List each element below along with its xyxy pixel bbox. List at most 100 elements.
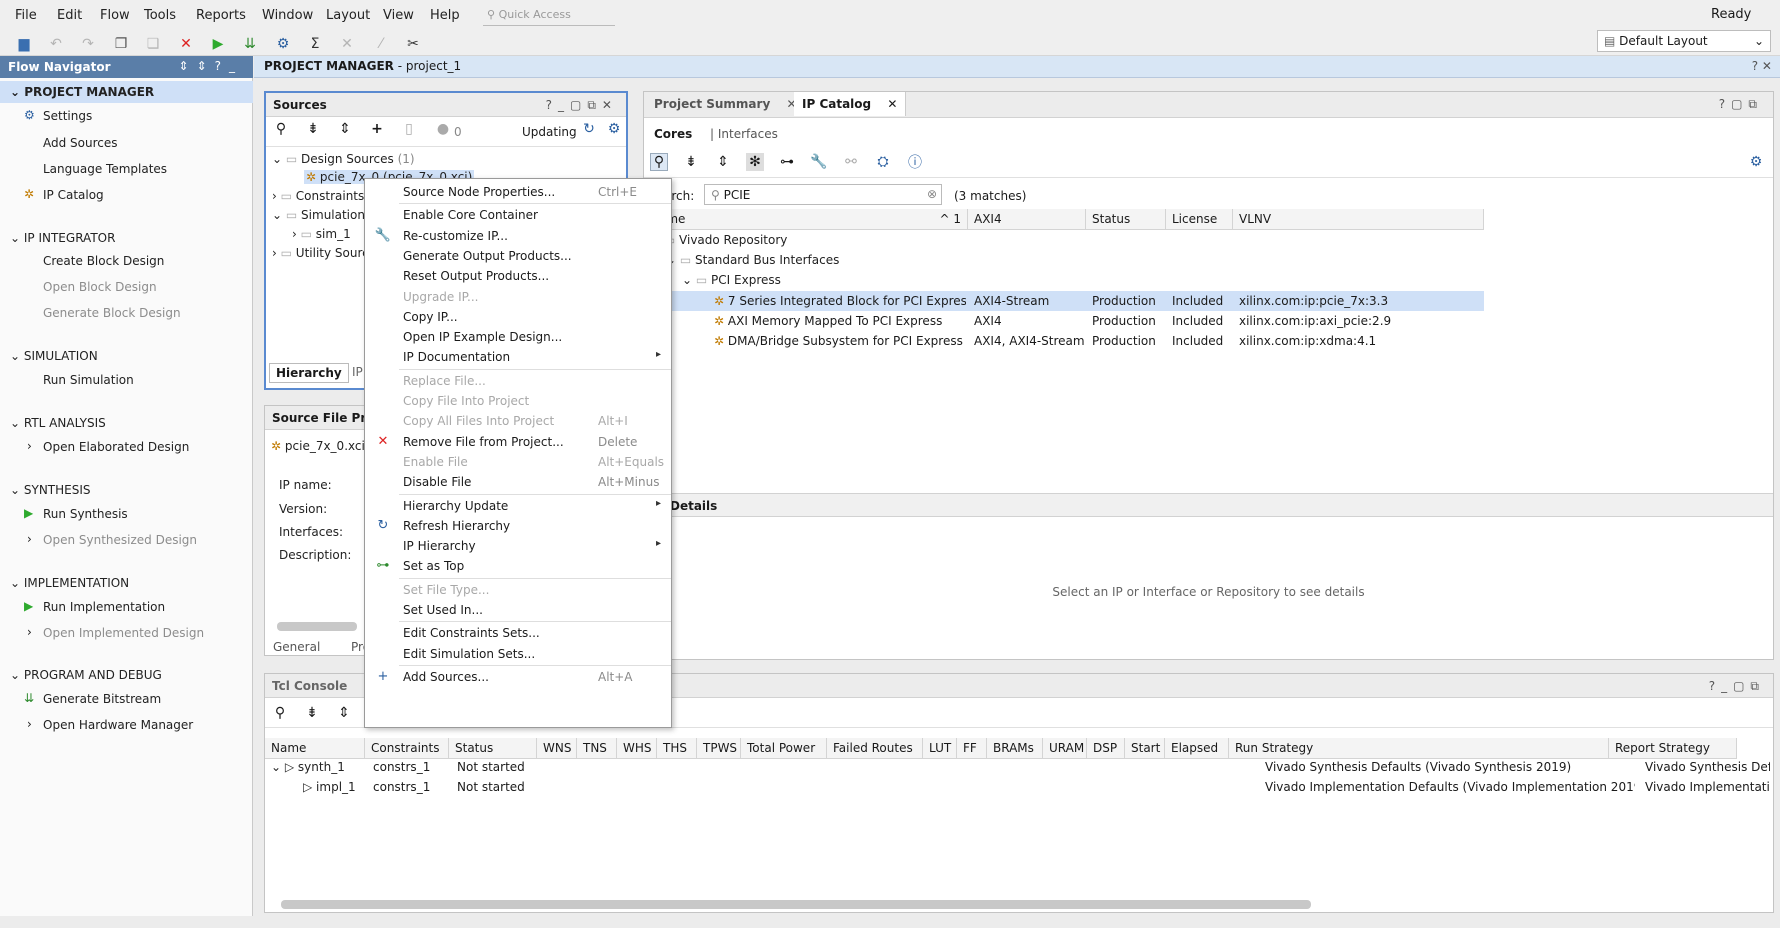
menu-tools[interactable]: Tools [144,8,176,23]
paste-icon[interactable]: ❏ [144,35,162,53]
runs-col-3[interactable]: WNS [537,738,577,759]
runs-col-0[interactable]: Name [265,738,365,759]
run-icon[interactable]: ▶ [209,35,227,53]
runs-col-12[interactable]: BRAMs [987,738,1043,759]
ip-row-name[interactable]: ✲ AXI Memory Mapped To PCI Express [714,314,966,328]
settings-icon[interactable]: ⚙ [274,35,292,53]
runs-col-8[interactable]: Total Power [741,738,827,759]
runs-col-13[interactable]: URAM [1043,738,1087,759]
runs-col-17[interactable]: Run Strategy [1229,738,1609,759]
menu-item-generate-output-products[interactable]: Generate Output Products... [365,246,671,266]
expand-all-icon[interactable]: ⇕ [335,704,353,722]
menu-item-reset-output-products[interactable]: Reset Output Products... [365,266,671,286]
disabled-tool-icon[interactable]: ⁄ [372,35,390,53]
nav-run-synthesis[interactable]: Run Synthesis [43,507,128,521]
menu-item-open-ip-example-design[interactable]: Open IP Example Design... [365,327,671,347]
search-icon[interactable]: ⚲ [650,153,668,171]
menu-item-re-customize-ip[interactable]: 🔧 Re-customize IP... [365,226,671,246]
menu-item-set-file-type[interactable]: Set File Type... [365,580,671,600]
nav-run-implementation[interactable]: Run Implementation [43,600,165,614]
menu-file[interactable]: File [15,8,37,23]
open-project-icon[interactable]: ▆ [15,35,33,53]
tree-pci-express[interactable]: ⌄ ▭ PCI Express [682,273,781,287]
tab-ip-catalog[interactable]: IP Catalog ✕ [794,92,907,116]
nav-ip-catalog[interactable]: IP Catalog [43,188,104,202]
nav-run-simulation[interactable]: Run Simulation [43,373,134,387]
tab-general[interactable]: General [265,635,328,659]
clear-icon[interactable]: ⊗ [927,187,937,201]
runs-col-10[interactable]: LUT [923,738,957,759]
ip-search-input[interactable]: ⚲ PCIE ⊗ [704,184,942,205]
nav-language-templates[interactable]: Language Templates [43,162,167,176]
runs-col-16[interactable]: Elapsed [1165,738,1229,759]
runs-col-18[interactable]: Report Strategy [1609,738,1737,759]
menu-view[interactable]: View [383,8,414,23]
redo-icon[interactable]: ↷ [79,35,97,53]
run-row-impl[interactable]: ▷ impl_1 [303,780,356,794]
gear-icon[interactable]: ⚙ [1747,153,1765,171]
search-icon[interactable]: ⚲ [272,120,290,138]
nav-open-hardware-manager[interactable]: Open Hardware Manager [43,718,193,732]
menu-item-copy-file-into-project[interactable]: Copy File Into Project [365,391,671,411]
info-icon[interactable]: ▯ [400,120,418,138]
nav-open-synthesized-design[interactable]: Open Synthesized Design [43,533,197,547]
collapse-all-icon[interactable]: ⇟ [682,153,700,171]
menu-item-copy-all-files-into-project[interactable]: Copy All Files Into Project Alt+I [365,411,671,431]
hierarchy-icon[interactable]: ⊶ [778,153,796,171]
menu-item-ip-documentation[interactable]: IP Documentation ▸ [365,347,671,367]
menu-item-refresh-hierarchy[interactable]: ↻ Refresh Hierarchy [365,516,671,536]
ip-row-name[interactable]: ✲ DMA/Bridge Subsystem for PCI Express (… [714,334,966,348]
col-axi4[interactable]: AXI4 [968,209,1086,230]
menu-layout[interactable]: Layout [326,8,370,23]
info-icon[interactable]: ⓘ [906,153,924,171]
program-icon[interactable]: ⇊ [241,35,259,53]
menu-item-source-node-properties[interactable]: Source Node Properties... Ctrl+E [365,182,671,202]
runs-col-11[interactable]: FF [957,738,987,759]
run-row-synth[interactable]: ⌄ ▷ synth_1 [271,760,345,774]
search-icon[interactable]: ⚲ [271,704,289,722]
runs-col-4[interactable]: TNS [577,738,617,759]
quick-access-input[interactable]: ⚲ Quick Access [483,5,615,26]
debug-icon[interactable]: ✂ [404,35,422,53]
menu-item-set-used-in[interactable]: Set Used In... [365,600,671,620]
subtab-cores[interactable]: Cores [646,122,700,146]
section-program-debug[interactable]: ⌄ PROGRAM AND DEBUG [10,668,162,682]
subtab-interfaces[interactable]: | Interfaces [702,122,786,146]
col-license[interactable]: License [1166,209,1233,230]
collapse-all-icon[interactable]: ⇟ [303,704,321,722]
add-icon[interactable]: + [368,120,386,138]
col-vlnv[interactable]: VLNV [1233,209,1484,230]
nav-generate-bitstream[interactable]: Generate Bitstream [43,692,161,706]
menu-item-copy-ip[interactable]: Copy IP... [365,307,671,327]
menu-item-set-as-top[interactable]: ⊶ Set as Top [365,556,671,576]
menu-item-replace-file[interactable]: Replace File... [365,371,671,391]
menu-window[interactable]: Window [262,8,313,23]
section-rtl-analysis[interactable]: ⌄ RTL ANALYSIS [10,416,106,430]
cancel-icon[interactable]: ✕ [177,35,195,53]
nav-generate-block-design[interactable]: Generate Block Design [43,306,181,320]
tree-standard-bus[interactable]: ⌄ ▭ Standard Bus Interfaces [666,253,839,267]
menu-help[interactable]: Help [430,8,460,23]
col-name[interactable]: Name^ 1 [644,209,968,230]
link-icon[interactable]: ⚯ [842,153,860,171]
runs-col-6[interactable]: THS [657,738,697,759]
runs-col-2[interactable]: Status [449,738,537,759]
horizontal-scrollbar[interactable] [281,900,1311,909]
nav-add-sources[interactable]: Add Sources [43,136,118,150]
undo-icon[interactable]: ↶ [47,35,65,53]
nav-open-elaborated-design[interactable]: Open Elaborated Design [43,440,189,454]
menu-item-enable-core-container[interactable]: Enable Core Container [365,205,671,225]
nav-create-block-design[interactable]: Create Block Design [43,254,164,268]
menu-flow[interactable]: Flow [100,8,130,23]
runs-col-15[interactable]: Start [1125,738,1165,759]
menu-item-disable-file[interactable]: Disable File Alt+Minus [365,472,671,492]
panel-window-controls-icon[interactable]: ?▢⧉ [1719,97,1763,112]
tree-simulation[interactable]: ⌄ ▭ Simulation [272,208,365,222]
layout-select[interactable]: ▤ Default Layout ⌄ [1597,30,1771,52]
ip-row-name[interactable]: ✲ 7 Series Integrated Block for PCI Expr… [714,294,966,308]
menu-item-enable-file[interactable]: Enable File Alt+Equals [365,452,671,472]
runs-col-1[interactable]: Constraints [365,738,449,759]
menu-item-ip-hierarchy[interactable]: IP Hierarchy ▸ [365,536,671,556]
menu-item-edit-constraints-sets[interactable]: Edit Constraints Sets... [365,623,671,643]
runs-col-9[interactable]: Failed Routes [827,738,923,759]
